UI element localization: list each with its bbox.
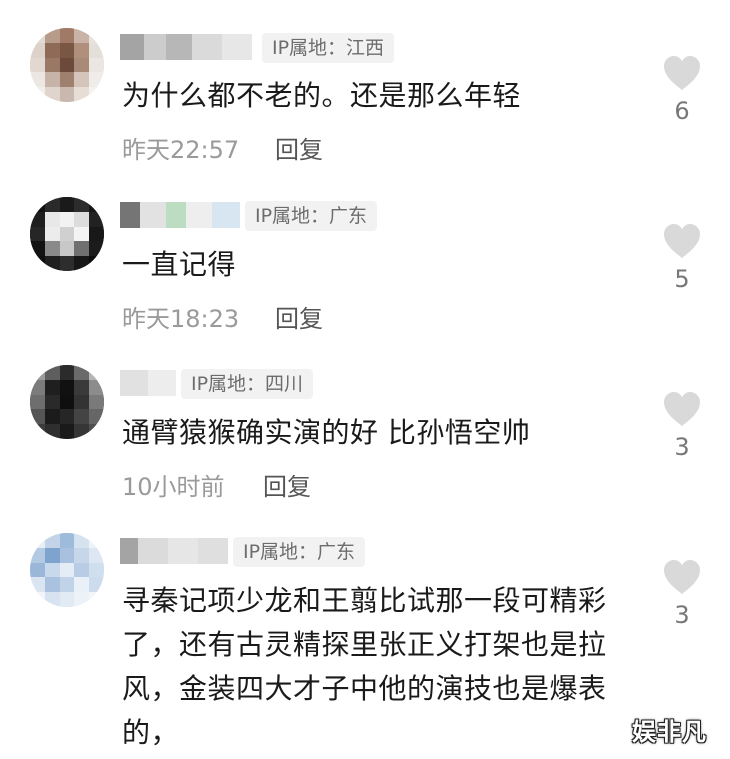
avatar[interactable] (30, 197, 104, 271)
comment-text: 一直记得 (122, 248, 237, 281)
comment-time: 10小时前 (122, 473, 225, 501)
comment-text: 通臂猿猴确实演的好 比孙悟空帅 (122, 416, 531, 449)
like-button[interactable]: 3 (660, 559, 704, 629)
comment-time: 昨天18:23 (122, 305, 240, 333)
heart-icon (664, 392, 700, 426)
reply-button[interactable]: 回复 (263, 467, 311, 502)
like-count: 3 (674, 601, 690, 629)
comment-time: 昨天22:57 (122, 136, 240, 164)
reply-button[interactable]: 回复 (275, 130, 323, 165)
like-count: 6 (674, 97, 690, 125)
watermark: 娱非凡 (632, 718, 707, 746)
ip-location-tag: IP属地：四川 (181, 369, 314, 399)
username-blurred[interactable] (120, 538, 228, 564)
comment-text: 寻秦记项少龙和王翦比试那一段可精彩了，还有古灵精探里张正义打架也是拉风，金装四大… (122, 584, 607, 749)
comment-text: 为什么都不老的。还是那么年轻 (122, 79, 522, 112)
username-blurred[interactable] (120, 34, 252, 60)
ip-location-tag: IP属地：广东 (233, 537, 366, 567)
username-blurred[interactable] (120, 202, 240, 228)
heart-icon (664, 224, 700, 258)
like-count: 3 (674, 433, 690, 461)
avatar[interactable] (30, 28, 104, 102)
ip-location-tag: IP属地：江西 (262, 33, 395, 63)
avatar[interactable] (30, 533, 104, 607)
heart-icon (664, 56, 700, 90)
like-button[interactable]: 5 (660, 223, 704, 293)
like-button[interactable]: 3 (660, 391, 704, 461)
heart-icon (664, 560, 700, 594)
reply-button[interactable]: 回复 (275, 299, 323, 334)
like-button[interactable]: 6 (660, 55, 704, 125)
username-blurred[interactable] (120, 370, 176, 396)
like-count: 5 (674, 265, 690, 293)
ip-location-tag: IP属地：广东 (245, 201, 378, 231)
avatar[interactable] (30, 365, 104, 439)
